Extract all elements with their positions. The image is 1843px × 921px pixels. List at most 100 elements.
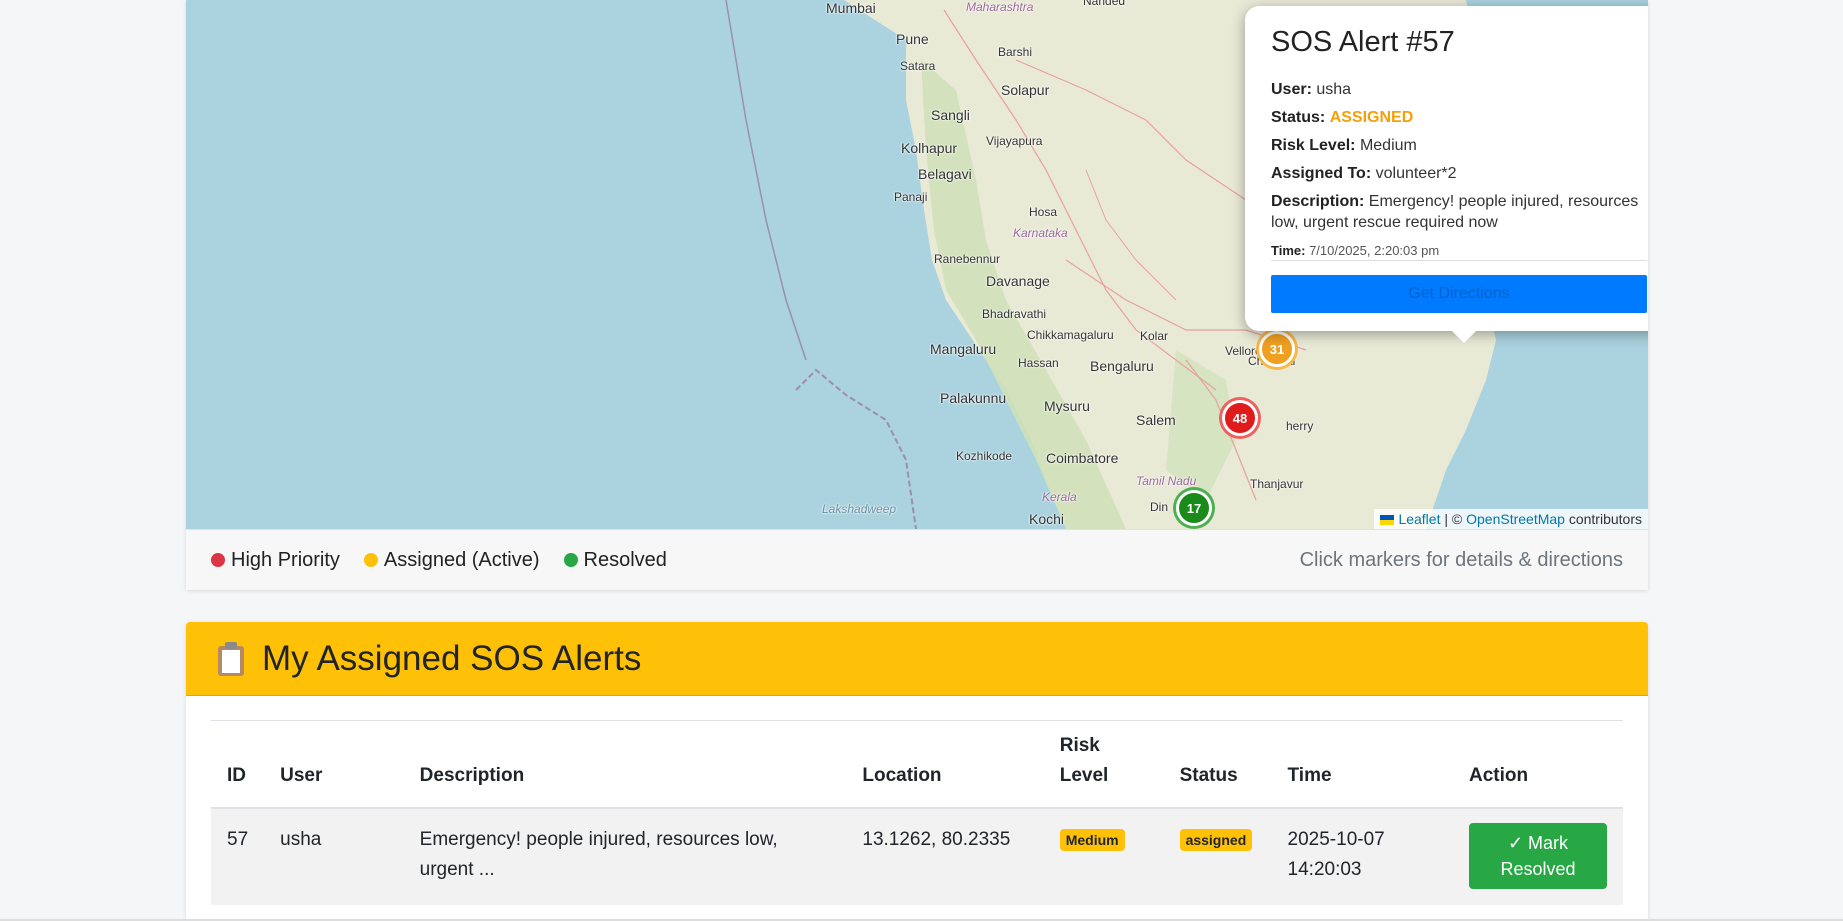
col-status: Status	[1163, 721, 1272, 809]
user-value: usha	[1316, 81, 1352, 98]
sos-popup: × SOS Alert #57 User: usha Status: ASSIG…	[1245, 6, 1648, 343]
legend-items: High Priority Assigned (Active) Resolved	[211, 549, 667, 572]
status-value: ASSIGNED	[1329, 109, 1414, 126]
alerts-title: My Assigned SOS Alerts	[262, 638, 642, 678]
popup-details: User: usha Status: ASSIGNED Risk Level: …	[1271, 79, 1648, 268]
marker-count: 31	[1269, 341, 1285, 357]
map-legend: High Priority Assigned (Active) Resolved…	[186, 529, 1648, 590]
place-label: Kerala	[1042, 490, 1077, 504]
ukraine-flag-icon	[1380, 515, 1395, 525]
cell-time: 2025-10-07 14:20:03	[1271, 808, 1453, 905]
table-header-row: ID User Description Location Risk Level …	[211, 721, 1623, 809]
legend-label: Assigned (Active)	[383, 548, 540, 571]
sos-marker[interactable]: 48	[1222, 400, 1258, 436]
popup-description: Description: Emergency! people injured, …	[1271, 191, 1648, 233]
place-label: Karnataka	[1013, 226, 1068, 240]
popup-tip	[1452, 331, 1476, 343]
place-label: Sangli	[931, 107, 970, 123]
user-label: User:	[1271, 81, 1312, 98]
place-label: Belagavi	[918, 166, 972, 182]
legend-label: High Priority	[231, 548, 340, 571]
place-label: Chikkamagaluru	[1027, 328, 1114, 342]
place-label: Davanage	[986, 273, 1050, 289]
sos-marker[interactable]: 31	[1259, 331, 1295, 367]
popup-status: Status: ASSIGNED	[1271, 107, 1648, 128]
cell-risk: Medium	[1043, 808, 1164, 905]
place-label: Lakshadweep	[822, 502, 897, 516]
cell-id: 57	[211, 808, 265, 905]
col-risk-level: Risk Level	[1043, 721, 1164, 809]
place-label: herry	[1286, 419, 1314, 433]
red-dot-icon	[211, 553, 225, 567]
cell-description: Emergency! people injured, resources low…	[403, 808, 847, 905]
leaflet-link[interactable]: Leaflet	[1398, 511, 1440, 527]
place-label: Maharashtra	[966, 0, 1034, 14]
get-directions-button[interactable]: Get Directions	[1271, 275, 1647, 313]
clipboard-icon	[218, 641, 244, 676]
place-label: Vijayapura	[986, 134, 1043, 148]
col-time: Time	[1271, 721, 1453, 809]
place-label: Bengaluru	[1090, 358, 1154, 374]
place-label: Kozhikode	[956, 449, 1013, 463]
table-row: 57 usha Emergency! people injured, resou…	[211, 808, 1623, 905]
col-location: Location	[846, 721, 1044, 809]
map-card: Mumbai Nanded Maharashtra Pune Barshi Sa…	[186, 0, 1648, 590]
place-label: Pune	[896, 31, 929, 47]
place-label: Kolhapur	[901, 140, 958, 156]
place-label: Satara	[900, 59, 936, 73]
assigned-alerts-card: My Assigned SOS Alerts ID User Descripti…	[186, 622, 1648, 921]
popup-user: User: usha	[1271, 79, 1648, 100]
legend-high-priority: High Priority	[211, 549, 340, 572]
status-badge: assigned	[1179, 829, 1253, 851]
col-action: Action	[1453, 721, 1623, 809]
place-label: Hassan	[1018, 356, 1059, 370]
openstreetmap-link[interactable]: OpenStreetMap	[1466, 511, 1565, 527]
place-label: Kochi	[1029, 511, 1065, 527]
green-dot-icon	[563, 553, 578, 567]
place-label: Barshi	[998, 45, 1033, 59]
yellow-dot-icon	[363, 553, 378, 567]
place-label: Solapur	[1001, 82, 1050, 98]
mark-resolved-button[interactable]: ✓ Mark Resolved	[1469, 823, 1607, 889]
place-label: Mysuru	[1044, 398, 1090, 414]
alerts-table: ID User Description Location Risk Level …	[211, 721, 1623, 905]
place-label: Nanded	[1083, 0, 1126, 8]
place-label: Mangaluru	[930, 341, 997, 357]
place-label: Bhadravathi	[982, 307, 1047, 321]
map-attribution: Leaflet | © OpenStreetMap contributors	[1374, 509, 1648, 529]
status-label: Status:	[1271, 109, 1326, 126]
assigned-label: Assigned To:	[1271, 165, 1372, 182]
col-description: Description	[403, 721, 847, 809]
popup-risk: Risk Level: Medium	[1271, 135, 1648, 156]
risk-badge: Medium	[1059, 829, 1125, 851]
legend-resolved: Resolved	[563, 548, 667, 572]
place-label: Ranebennur	[934, 252, 1001, 266]
time-value: 7/10/2025, 2:20:03 pm	[1309, 243, 1440, 258]
risk-label: Risk Level:	[1271, 137, 1356, 154]
place-label: Hosa	[1029, 205, 1058, 219]
place-label: Thanjavur	[1250, 477, 1304, 491]
sos-map[interactable]: Mumbai Nanded Maharashtra Pune Barshi Sa…	[186, 0, 1648, 529]
popup-title: SOS Alert #57	[1271, 26, 1455, 58]
alerts-header: My Assigned SOS Alerts	[186, 622, 1648, 696]
sos-marker[interactable]: 17	[1176, 490, 1212, 526]
legend-label: Resolved	[583, 548, 667, 571]
description-label: Description:	[1271, 193, 1365, 210]
place-label: Tamil Nadu	[1136, 474, 1197, 488]
assigned-value: volunteer*2	[1375, 165, 1457, 182]
attribution-separator: | ©	[1444, 511, 1463, 527]
place-label: Palakunnu	[940, 390, 1007, 406]
popup-divider	[1271, 260, 1647, 261]
attribution-contributors: contributors	[1568, 511, 1642, 527]
place-label: Mumbai	[826, 0, 876, 16]
legend-hint: Click markers for details & directions	[1299, 548, 1623, 571]
cell-user: usha	[264, 808, 404, 905]
legend-assigned: Assigned (Active)	[363, 548, 540, 572]
cell-location: 13.1262, 80.2335	[846, 808, 1044, 905]
place-label: Din	[1150, 500, 1169, 514]
place-label: Kolar	[1140, 329, 1169, 343]
marker-count: 17	[1186, 500, 1202, 516]
place-label: Panaji	[894, 190, 928, 204]
cell-action: ✓ Mark Resolved	[1453, 808, 1623, 905]
marker-count: 48	[1232, 410, 1248, 426]
